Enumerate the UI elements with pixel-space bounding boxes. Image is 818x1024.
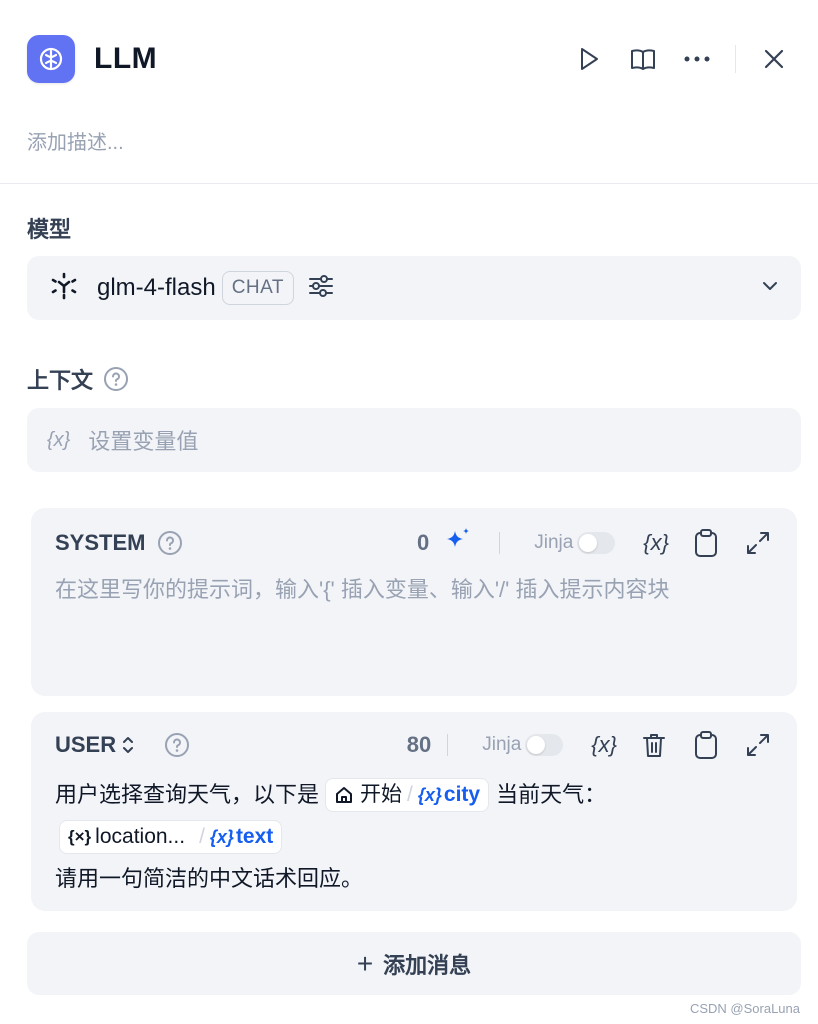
token-count: 80 <box>406 732 432 757</box>
chevron-down-icon[interactable] <box>761 279 779 297</box>
jinja-toggle[interactable] <box>525 734 564 756</box>
help-question-icon[interactable] <box>157 530 183 556</box>
model-label: 模型 <box>27 217 72 242</box>
user-role-selector[interactable]: USER <box>55 732 190 758</box>
node-code-icon: {×} <box>68 827 92 846</box>
help-question-icon[interactable] <box>164 732 190 758</box>
prompt-text: 请用一句简洁的中文话术回应。 <box>55 866 364 891</box>
close-icon[interactable] <box>760 45 788 73</box>
model-provider-icon <box>49 271 79 306</box>
more-options-icon[interactable] <box>683 45 711 73</box>
model-params-sliders-icon[interactable] <box>306 271 336 306</box>
tools-divider <box>447 734 449 756</box>
system-prompt-input[interactable]: 在这里写你的提示词，输入'{' 插入变量、输入'/' 插入提示内容块 <box>55 572 670 604</box>
chip-node-name: location... <box>95 825 186 848</box>
add-message-button[interactable]: + 添加消息 <box>27 932 801 995</box>
user-role-label: USER <box>55 732 117 757</box>
run-play-icon[interactable] <box>575 45 603 73</box>
system-prompt-card: SYSTEM 0 Jinja {x} 在这里写你的提示词，输入'{' 插入变量、… <box>31 508 797 696</box>
user-card-header: USER 80 Jinja {x} <box>55 728 773 762</box>
user-card-tools: 80 Jinja {x} <box>407 730 773 760</box>
llm-node-panel: LLM 添加描述... 模型 glm-4-flash CHAT 上下文 {x} … <box>0 0 818 1024</box>
user-prompt-card: USER 80 Jinja {x} 用户选择查询天气，以下是 开始 / {x} … <box>31 712 797 911</box>
system-card-header: SYSTEM 0 Jinja {x} <box>55 526 773 560</box>
chip-variable-name: city <box>443 783 481 806</box>
prompt-line-3: 请用一句简洁的中文话术回应。 <box>55 858 777 900</box>
header-divider <box>735 45 736 73</box>
variable-chip-start-city[interactable]: 开始 / {x} city <box>325 778 490 812</box>
llm-brain-icon <box>27 35 75 83</box>
system-card-tools: 0 Jinja {x} <box>417 526 773 561</box>
insert-variable-icon[interactable]: {x} <box>591 730 617 760</box>
chip-node-name: 开始 <box>360 783 403 806</box>
context-label-row: 上下文 <box>27 363 129 395</box>
system-role-label: SYSTEM <box>55 530 146 555</box>
jinja-toggle-row[interactable]: Jinja <box>534 532 616 554</box>
context-label: 上下文 <box>27 368 94 393</box>
prompt-line-2: {×} location... / {x} text <box>55 816 777 858</box>
prompt-line-1: 用户选择查询天气，以下是 开始 / {x} city 当前天气： <box>55 774 777 816</box>
header-divider-line <box>0 183 818 184</box>
plus-icon: + <box>356 947 374 979</box>
context-placeholder: 设置变量值 <box>88 429 199 454</box>
model-mode-badge: CHAT <box>221 271 295 305</box>
book-docs-icon[interactable] <box>629 45 657 73</box>
variable-icon: {x} <box>47 428 71 451</box>
role-switch-chevrons-icon[interactable] <box>120 734 136 756</box>
jinja-label: Jinja <box>482 734 522 755</box>
watermark: CSDN @SoraLuna <box>689 1001 800 1016</box>
jinja-label: Jinja <box>534 532 574 553</box>
node-title[interactable]: LLM <box>94 42 157 76</box>
help-question-icon[interactable] <box>103 366 129 392</box>
add-message-label: 添加消息 <box>383 952 472 978</box>
header-actions <box>575 45 788 73</box>
insert-variable-icon[interactable]: {x} <box>643 528 669 558</box>
tools-divider <box>499 532 501 554</box>
clipboard-copy-icon[interactable] <box>691 730 721 760</box>
model-selector[interactable]: glm-4-flash CHAT <box>27 256 801 320</box>
chip-separator: / <box>199 825 205 848</box>
system-role: SYSTEM <box>55 530 183 556</box>
trash-delete-icon[interactable] <box>639 730 669 760</box>
ai-generate-sparkle-icon[interactable] <box>443 526 473 561</box>
user-prompt-editor[interactable]: 用户选择查询天气，以下是 开始 / {x} city 当前天气： {×} loc… <box>55 774 777 900</box>
description-input[interactable]: 添加描述... <box>27 126 124 155</box>
chip-variable-name: text <box>235 825 274 848</box>
variable-icon: {x} <box>417 785 442 805</box>
expand-icon[interactable] <box>743 528 773 558</box>
clipboard-copy-icon[interactable] <box>691 528 721 558</box>
token-count: 0 <box>416 530 430 555</box>
model-name: glm-4-flash <box>97 274 216 301</box>
variable-icon: {x} <box>209 827 234 847</box>
variable-chip-location-text[interactable]: {×} location... / {x} text <box>59 820 283 854</box>
home-icon <box>336 787 353 803</box>
panel-header: LLM <box>27 35 788 83</box>
jinja-toggle-row[interactable]: Jinja <box>482 734 564 756</box>
context-variable-input[interactable]: {x} 设置变量值 <box>27 408 801 472</box>
prompt-text: 当前天气： <box>496 782 607 807</box>
expand-icon[interactable] <box>743 730 773 760</box>
prompt-text: 用户选择查询天气，以下是 <box>55 782 320 807</box>
jinja-toggle[interactable] <box>577 532 616 554</box>
chip-separator: / <box>407 783 413 806</box>
